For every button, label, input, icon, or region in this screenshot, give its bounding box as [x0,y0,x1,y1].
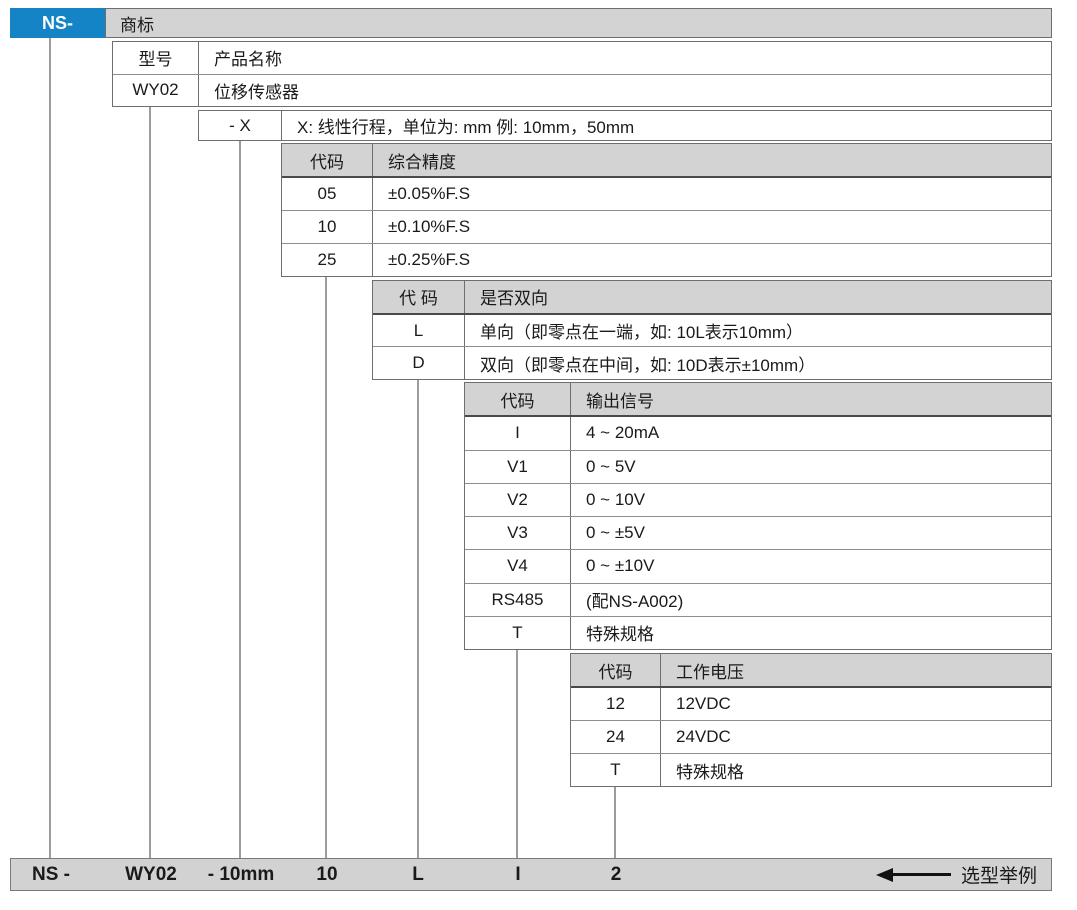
code-cell: 25 [282,244,373,276]
code-cell: 05 [282,178,373,210]
value-header-cell: 综合精度 [373,144,1051,176]
table-header-row: 代码 综合精度 [282,144,1051,178]
code-cell: V3 [465,517,571,549]
code-header-cell: 代码 [282,144,373,176]
value-cell: 0 ~ ±10V [571,550,1051,582]
value-cell: 24VDC [661,721,1051,753]
value-cell: ±0.25%F.S [373,244,1051,276]
selection-code-diagram: NS- 商标 型号 产品名称 WY02 位移传感器 - X X: 线性行程，单位… [0,0,1077,910]
code-header-cell: 代 码 [373,281,465,313]
model-table: 型号 产品名称 WY02 位移传感器 [112,41,1052,107]
direction-table: 代 码 是否双向 L 单向（即零点在一端，如: 10L表示10mm） D 双向（… [372,280,1052,380]
table-row: V2 0 ~ 10V [465,483,1051,516]
code-cell: V4 [465,550,571,582]
code-header-cell: 代码 [465,383,571,415]
table-header-row: 代码 工作电压 [571,654,1051,688]
table-row: D 双向（即零点在中间，如: 10D表示±10mm） [373,346,1051,379]
table-row: I 4 ~ 20mA [465,417,1051,449]
stroke-code-cell: - X [199,111,282,140]
table-row: V3 0 ~ ±5V [465,516,1051,549]
value-cell: 特殊规格 [571,617,1051,649]
connector-line-accuracy [325,277,327,858]
code-cell: 12 [571,688,661,720]
table-header-row: 代码 输出信号 [465,383,1051,417]
example-segment: WY02 [111,859,191,890]
table-row: V1 0 ~ 5V [465,450,1051,483]
product-name-cell: 位移传感器 [199,75,1051,107]
code-cell: RS485 [465,584,571,616]
value-header-cell: 是否双向 [465,281,1051,313]
table-row: 05 ±0.05%F.S [282,178,1051,210]
value-cell: 双向（即零点在中间，如: 10D表示±10mm） [465,347,1051,379]
code-cell: V1 [465,451,571,483]
example-bar: NS - WY02 - 10mm 10 L I 2 选型举例 [10,858,1052,891]
prefix-code-box: NS- [10,8,105,38]
brand-label: 商标 [120,11,154,36]
connector-line-direction [417,380,419,858]
example-segment: 10 [287,859,367,890]
table-header-row: 代 码 是否双向 [373,281,1051,315]
connector-line-model [149,107,151,858]
product-name-header-cell: 产品名称 [199,42,1051,74]
example-segment: NS - [11,859,91,890]
value-cell: 特殊规格 [661,754,1051,786]
value-cell: ±0.05%F.S [373,178,1051,210]
example-segment: L [378,859,458,890]
code-cell: D [373,347,465,379]
value-cell: (配NS-A002) [571,584,1051,616]
value-cell: 12VDC [661,688,1051,720]
table-row: V4 0 ~ ±10V [465,549,1051,582]
value-cell: 单向（即零点在一端，如: 10L表示10mm） [465,315,1051,347]
code-cell: V2 [465,484,571,516]
table-row: T 特殊规格 [465,616,1051,649]
value-cell: 4 ~ 20mA [571,417,1051,449]
connector-line-voltage [614,787,616,858]
value-header-cell: 输出信号 [571,383,1051,415]
example-segment: 2 [576,859,656,890]
connector-line-output [516,650,518,858]
value-cell: 0 ~ 10V [571,484,1051,516]
code-cell: T [465,617,571,649]
code-cell: L [373,315,465,347]
code-cell: 24 [571,721,661,753]
arrow-line [893,873,951,876]
value-cell: 0 ~ 5V [571,451,1051,483]
voltage-table: 代码 工作电压 12 12VDC 24 24VDC T 特殊规格 [570,653,1052,787]
table-row: 24 24VDC [571,720,1051,753]
table-row: - X X: 线性行程，单位为: mm 例: 10mm，50mm [199,111,1051,140]
brand-label-row: 商标 [105,8,1052,38]
connector-line-stroke [239,141,241,858]
example-caption: 选型举例 [961,861,1037,888]
left-arrow-icon [876,868,893,882]
table-row: T 特殊规格 [571,753,1051,786]
stroke-desc-cell: X: 线性行程，单位为: mm 例: 10mm，50mm [282,111,1051,140]
code-cell: I [465,417,571,449]
example-segment: - 10mm [201,859,281,890]
table-row: RS485 (配NS-A002) [465,583,1051,616]
connector-line-prefix [49,38,51,858]
table-row: WY02 位移传感器 [113,74,1051,107]
stroke-row: - X X: 线性行程，单位为: mm 例: 10mm，50mm [198,110,1052,141]
table-row: L 单向（即零点在一端，如: 10L表示10mm） [373,315,1051,347]
table-header-row: 型号 产品名称 [113,42,1051,74]
table-row: 25 ±0.25%F.S [282,243,1051,276]
model-header-cell: 型号 [113,42,199,74]
code-header-cell: 代码 [571,654,661,686]
value-header-cell: 工作电压 [661,654,1051,686]
value-cell: ±0.10%F.S [373,211,1051,243]
value-cell: 0 ~ ±5V [571,517,1051,549]
example-segment: I [478,859,558,890]
code-cell: T [571,754,661,786]
example-caption-group: 选型举例 [876,859,1037,890]
output-signal-table: 代码 输出信号 I 4 ~ 20mA V1 0 ~ 5V V2 0 ~ 10V … [464,382,1052,650]
table-row: 10 ±0.10%F.S [282,210,1051,243]
table-row: 12 12VDC [571,688,1051,720]
code-cell: 10 [282,211,373,243]
accuracy-table: 代码 综合精度 05 ±0.05%F.S 10 ±0.10%F.S 25 ±0.… [281,143,1052,277]
model-code-cell: WY02 [113,75,199,107]
